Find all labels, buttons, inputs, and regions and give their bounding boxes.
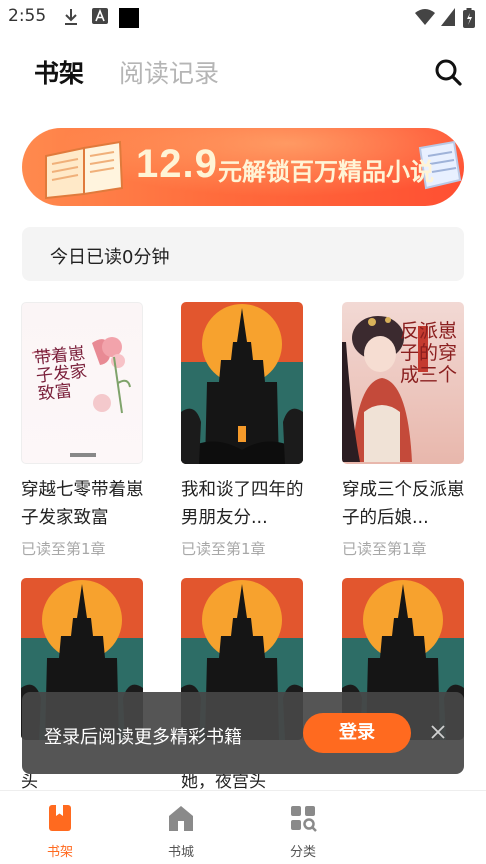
nav-item-category[interactable]: 分类 <box>273 803 333 860</box>
font-a-icon <box>92 8 108 24</box>
book-item[interactable]: 我和谈了四年的男朋友分... 已读至第1章 <box>181 302 304 559</box>
nav-label: 分类 <box>289 845 316 860</box>
login-button[interactable]: 登录 <box>303 713 411 753</box>
tab-bookshelf[interactable]: 书架 <box>34 54 84 90</box>
nav-label: 书架 <box>46 845 73 860</box>
black-square-icon <box>119 8 139 28</box>
signal-icon <box>441 8 455 26</box>
battery-icon <box>463 8 475 28</box>
book-title: 穿成三个反派崽子的后娘... <box>342 480 465 528</box>
book-cover-title: 反派崽子的穿成三个 <box>400 320 458 386</box>
download-icon <box>65 9 77 25</box>
book-progress: 已读至第1章 <box>21 540 106 558</box>
nav-item-bookshelf[interactable]: 书架 <box>30 803 90 860</box>
wifi-icon <box>415 9 435 25</box>
castle-cover-art <box>181 302 303 464</box>
nav-label: 书城 <box>167 845 194 860</box>
home-icon <box>169 806 193 831</box>
login-prompt: 登录后阅读更多精彩书籍 登录 <box>22 692 464 774</box>
login-prompt-text: 登录后阅读更多精彩书籍 <box>44 727 242 748</box>
nav-item-bookstore[interactable]: 书城 <box>151 803 211 860</box>
book-item[interactable]: 反派崽子的穿成三个 穿成三个反派崽子的后娘... 已读至第1章 <box>342 302 465 559</box>
book-title-peek: 头 <box>21 774 38 790</box>
search-icon[interactable] <box>432 56 464 88</box>
reading-time-card: 今日已读0分钟 <box>22 227 464 281</box>
book-cover[interactable]: 带着崽子发家致富 <box>21 302 143 464</box>
book-progress: 已读至第1章 <box>342 540 427 558</box>
tab-reading-history[interactable]: 阅读记录 <box>119 54 219 90</box>
book-cover-title: 带着崽子发家致富 <box>33 343 88 405</box>
bottom-nav: 书架 书城 分类 <box>0 790 486 864</box>
reading-time-text: 今日已读0分钟 <box>50 247 170 268</box>
book-title-peek: 她，夜宫头 <box>181 774 266 790</box>
book-progress: 已读至第1章 <box>181 540 266 558</box>
book-item[interactable]: 带着崽子发家致富 穿越七零带着崽子发家致富 已读至第1章 <box>21 302 144 559</box>
book-cover[interactable]: 反派崽子的穿成三个 <box>342 302 464 464</box>
category-icon <box>291 806 317 832</box>
banner-price: 12.9 <box>136 142 218 186</box>
book-title: 穿越七零带着崽子发家致富 <box>21 480 144 528</box>
bookshelf-icon <box>49 805 71 831</box>
book-cover[interactable] <box>181 302 303 464</box>
book-title: 我和谈了四年的男朋友分... <box>181 480 304 528</box>
promo-banner[interactable]: 12.9 元解锁百万精品小说 <box>22 128 464 206</box>
banner-text: 元解锁百万精品小说 <box>218 158 434 186</box>
status-bar: 2:55 <box>0 0 486 34</box>
close-icon[interactable] <box>428 722 448 742</box>
status-time: 2:55 <box>8 6 47 26</box>
header: 书架 阅读记录 <box>0 46 486 96</box>
open-book-icon <box>45 140 124 200</box>
